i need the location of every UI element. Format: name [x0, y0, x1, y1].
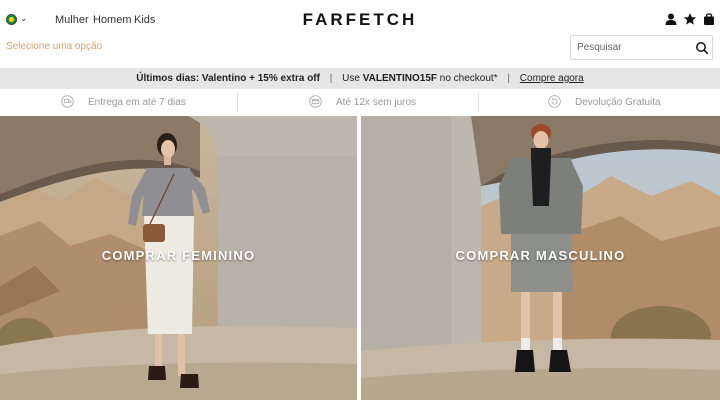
- option-selector[interactable]: Selecione uma opção: [6, 41, 102, 52]
- promo-separator: |: [507, 73, 510, 84]
- perk-divider: [237, 93, 238, 112]
- site-header: ⌄ Mulher Homem Kids FARFETCH Selecione u…: [0, 0, 720, 68]
- search-placeholder: Pesquisar: [577, 42, 622, 53]
- account-icon[interactable]: [664, 12, 678, 26]
- farfetch-logo[interactable]: FARFETCH: [0, 10, 720, 30]
- promo-use-label: Use: [342, 73, 360, 84]
- perk-returns: Devolução Gratuita: [575, 97, 661, 108]
- hero-mens[interactable]: COMPRAR MASCULINO: [361, 116, 720, 400]
- promo-code: VALENTINO15F: [362, 73, 437, 84]
- shop-now-link[interactable]: Compre agora: [520, 73, 584, 84]
- promo-checkout-note: no checkout*: [439, 73, 498, 84]
- perk-installments: Até 12x sem juros: [336, 97, 417, 108]
- hero-womens[interactable]: COMPRAR FEMININO: [0, 116, 357, 400]
- search-icon[interactable]: [695, 41, 709, 55]
- perk-delivery: Entrega em até 7 dias: [88, 97, 186, 108]
- perk-divider: [478, 93, 479, 112]
- delivery-icon: [61, 95, 74, 108]
- shopping-bag-icon[interactable]: [702, 12, 716, 26]
- promo-banner: Últimos dias: Valentino + 15% extra off …: [0, 68, 720, 89]
- search-input[interactable]: Pesquisar: [570, 35, 713, 60]
- shop-womens-link[interactable]: COMPRAR FEMININO: [0, 248, 357, 263]
- return-icon: [548, 95, 561, 108]
- perks-bar: Entrega em até 7 dias Até 12x sem juros …: [0, 89, 720, 116]
- credit-card-icon: [309, 95, 322, 108]
- wishlist-star-icon[interactable]: [683, 12, 697, 26]
- promo-separator: |: [329, 73, 333, 84]
- promo-headline: Últimos dias: Valentino + 15% extra off: [136, 73, 320, 84]
- shop-mens-link[interactable]: COMPRAR MASCULINO: [361, 248, 720, 263]
